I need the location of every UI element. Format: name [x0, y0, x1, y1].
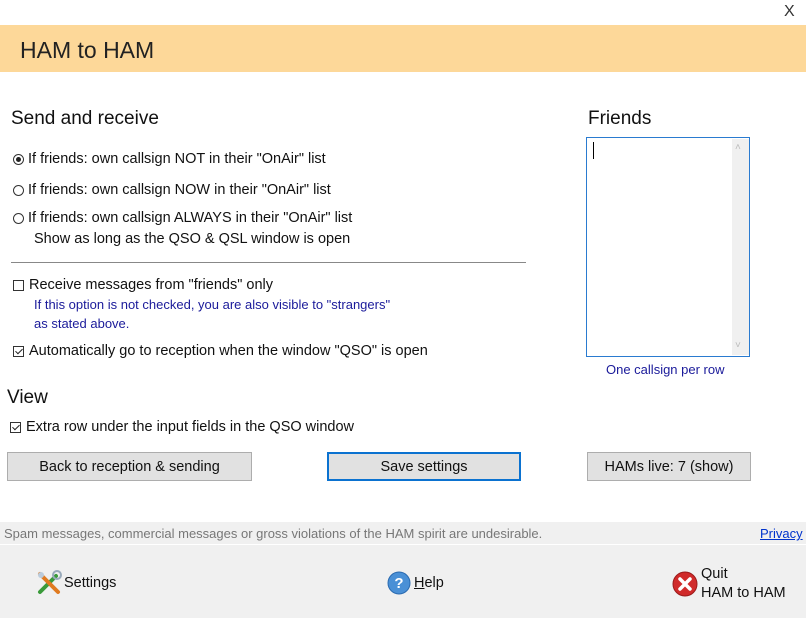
auto-reception-checkbox[interactable]: Automatically go to reception when the w…: [13, 343, 428, 359]
radio-now-in-list[interactable]: If friends: own callsign NOW in their "O…: [13, 182, 331, 198]
help-button[interactable]: ? Help: [387, 571, 444, 595]
help-icon: ?: [387, 571, 411, 595]
friends-textarea[interactable]: [586, 137, 750, 357]
checkbox-indicator[interactable]: [10, 421, 21, 433]
help-mnemonic: H: [414, 575, 425, 591]
divider: [11, 262, 526, 263]
quit-icon: [672, 571, 698, 597]
save-settings-button[interactable]: Save settings: [327, 452, 521, 481]
privacy-link[interactable]: Privacy: [760, 526, 803, 541]
page-title: HAM to HAM: [20, 37, 155, 63]
radio-label: If friends: own callsign NOW in their "O…: [28, 182, 331, 198]
scroll-down-icon[interactable]: ˅: [735, 340, 741, 351]
checkbox-label: Extra row under the input fields in the …: [26, 419, 355, 435]
radio-indicator[interactable]: [13, 212, 24, 224]
radio-indicator[interactable]: [13, 184, 24, 196]
friends-only-note: If this option is not checked, you are a…: [34, 297, 391, 312]
settings-button[interactable]: Settings: [36, 570, 116, 596]
checkbox-label: Automatically go to reception when the w…: [29, 343, 428, 359]
notice-text: Spam messages, commercial messages or gr…: [4, 526, 543, 541]
hams-live-button[interactable]: HAMs live: 7 (show): [587, 452, 751, 481]
quit-label-line2: HAM to HAM: [701, 585, 786, 601]
friends-only-note-2: as stated above.: [34, 316, 130, 331]
scroll-up-icon[interactable]: ˄: [735, 142, 741, 153]
checkbox-indicator[interactable]: [13, 279, 24, 291]
radio-indicator[interactable]: [13, 153, 24, 165]
friends-only-checkbox[interactable]: Receive messages from "friends" only: [13, 277, 273, 293]
help-label: elp: [424, 575, 444, 591]
quit-button[interactable]: Quit HAM to HAM: [672, 565, 786, 603]
radio-label: If friends: own callsign NOT in their "O…: [28, 151, 326, 167]
text-caret: [593, 142, 594, 159]
friends-heading: Friends: [588, 108, 652, 129]
quit-label-line1: Quit: [701, 566, 728, 582]
friends-hint: One callsign per row: [606, 362, 725, 377]
checkbox-label: Receive messages from "friends" only: [29, 277, 274, 293]
always-note: Show as long as the QSO & QSL window is …: [34, 231, 351, 247]
tools-icon: [38, 570, 62, 594]
radio-not-in-list[interactable]: If friends: own callsign NOT in their "O…: [13, 151, 326, 167]
friends-scrollbar[interactable]: [732, 139, 749, 355]
back-to-reception-button[interactable]: Back to reception & sending: [7, 452, 252, 481]
radio-always-in-list[interactable]: If friends: own callsign ALWAYS in their…: [13, 210, 352, 226]
svg-text:?: ?: [394, 575, 403, 592]
checkbox-indicator[interactable]: [13, 345, 24, 357]
extra-row-checkbox[interactable]: Extra row under the input fields in the …: [10, 419, 354, 435]
close-button[interactable]: X: [784, 2, 795, 22]
send-receive-heading: Send and receive: [11, 108, 159, 129]
settings-label: Settings: [64, 575, 117, 591]
view-heading: View: [7, 387, 48, 408]
radio-label: If friends: own callsign ALWAYS in their…: [28, 210, 353, 226]
